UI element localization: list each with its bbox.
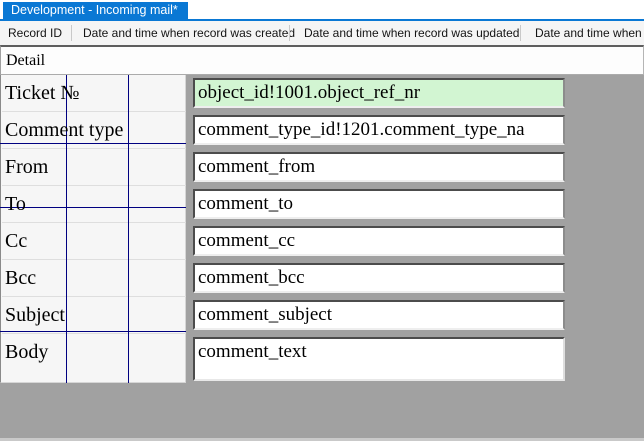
row-separator	[2, 111, 186, 112]
chip-separator	[71, 25, 72, 41]
data-field-chip-bar: Record ID Date and time when record was …	[0, 21, 644, 45]
field-comment-bcc[interactable]: comment_bcc	[193, 263, 565, 293]
label-from[interactable]: From	[5, 152, 181, 182]
tab-bar: Development - Incoming mail*	[0, 0, 644, 19]
field-object-ref-nr[interactable]: object_id!1001.object_ref_nr	[193, 78, 565, 108]
row-separator	[2, 222, 186, 223]
label-body[interactable]: Body	[5, 337, 181, 367]
label-comment-type[interactable]: Comment type	[5, 115, 181, 145]
label-cc[interactable]: Cc	[5, 226, 181, 256]
field-comment-cc[interactable]: comment_cc	[193, 226, 565, 256]
detail-band-header[interactable]: Detail	[0, 45, 644, 75]
chip-date-created[interactable]: Date and time when record was created	[83, 21, 295, 45]
horizontal-guide-line	[0, 331, 186, 332]
row-separator	[2, 296, 186, 297]
row-separator	[2, 185, 186, 186]
tab-development-incoming-mail[interactable]: Development - Incoming mail*	[3, 2, 188, 19]
label-ticket-nr[interactable]: Ticket №	[5, 78, 181, 108]
field-comment-to[interactable]: comment_to	[193, 189, 565, 219]
designer-window: Development - Incoming mail* Record ID D…	[0, 0, 644, 441]
row-separator	[2, 333, 186, 334]
chip-separator	[520, 25, 521, 41]
row-separator	[2, 259, 186, 260]
field-comment-from[interactable]: comment_from	[193, 152, 565, 182]
field-comment-subject[interactable]: comment_subject	[193, 300, 565, 330]
detail-band-label: Detail	[6, 47, 45, 74]
label-bcc[interactable]: Bcc	[5, 263, 181, 293]
field-comment-type[interactable]: comment_type_id!1201.comment_type_na	[193, 115, 565, 145]
field-comment-text[interactable]: comment_text	[193, 337, 565, 381]
label-subject[interactable]: Subject	[5, 300, 181, 330]
label-to[interactable]: To	[5, 189, 181, 219]
chip-date-updated[interactable]: Date and time when record was updated	[304, 21, 519, 45]
chip-date-clipped[interactable]: Date and time when r	[535, 21, 644, 45]
row-separator	[2, 148, 186, 149]
chip-separator	[289, 25, 290, 41]
chip-record-id[interactable]: Record ID	[8, 21, 62, 45]
